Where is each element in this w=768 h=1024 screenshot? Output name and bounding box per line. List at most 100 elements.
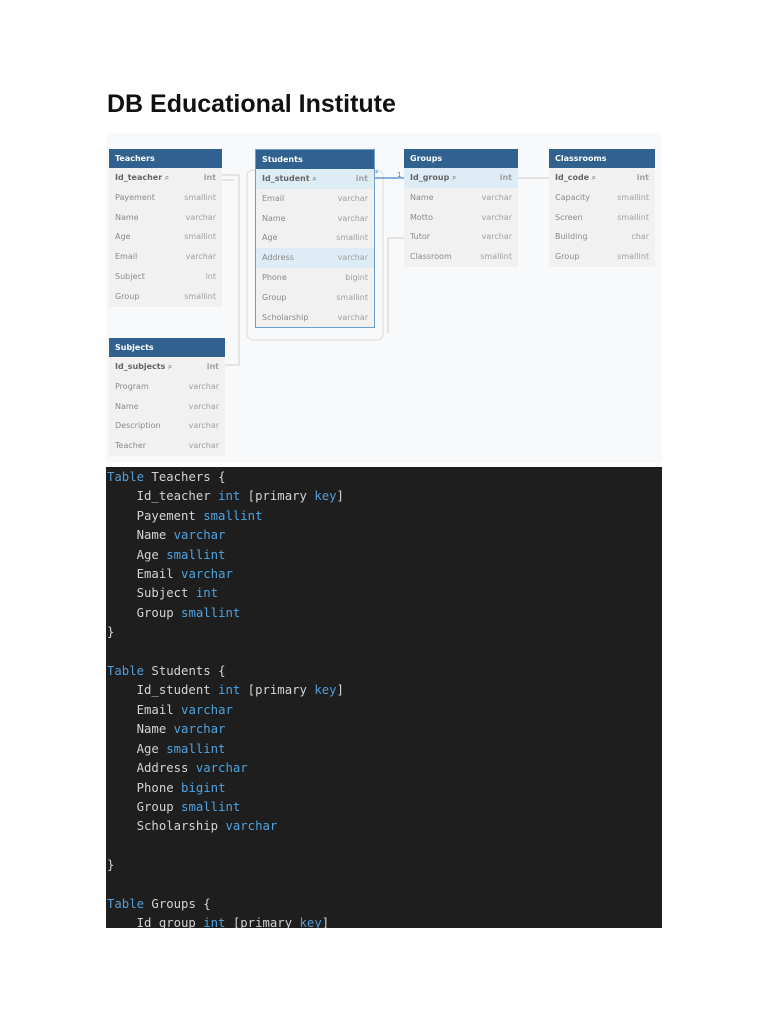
field-row[interactable]: Building char (549, 227, 655, 247)
field-row[interactable]: Id_student ⌕ int (256, 169, 374, 189)
field-row[interactable]: Group smallint (109, 287, 222, 307)
field-row[interactable]: Motto varchar (404, 208, 518, 228)
code-line: Table Groups { (106, 895, 662, 913)
code-line: Subject int (106, 584, 662, 602)
code-token: } (107, 625, 115, 640)
rel-one-label: 1 (397, 171, 401, 179)
code-line: Id_group int [primary key] (106, 914, 662, 928)
field-name-text: Capacity (555, 192, 590, 202)
code-token: Id_teacher (107, 489, 219, 504)
field-row[interactable]: Id_teacher ⌕ int (109, 168, 222, 188)
table-header[interactable]: Subjects (109, 338, 225, 357)
table-header[interactable]: Teachers (109, 149, 222, 168)
code-token: bigint (181, 780, 226, 795)
field-type: smallint (617, 212, 649, 222)
field-name: Building (555, 227, 587, 247)
field-row[interactable]: Id_group ⌕ int (404, 168, 518, 188)
link-teachers-subjects (222, 174, 240, 366)
field-name-text: Payement (115, 192, 155, 202)
field-row[interactable]: Description varchar (109, 416, 225, 436)
field-row[interactable]: Age smallint (109, 227, 222, 247)
code-token: Name (107, 722, 174, 737)
code-token: smallint (166, 741, 226, 756)
field-row[interactable]: Phone bigint (256, 268, 374, 288)
code-token: ] (336, 683, 344, 698)
table-header[interactable]: Groups (404, 149, 518, 168)
code-token: Teachers { (144, 470, 226, 484)
code-token: ] (321, 916, 330, 928)
field-name: Phone (262, 268, 287, 288)
field-row[interactable]: Scholarship varchar (256, 308, 374, 328)
field-row[interactable]: Address varchar (256, 248, 374, 268)
field-type: varchar (188, 381, 219, 391)
field-type: smallint (336, 233, 368, 243)
field-row[interactable]: Subject int (109, 267, 222, 287)
code-token: Age (107, 741, 167, 756)
field-type: varchar (185, 212, 216, 222)
field-row[interactable]: Group smallint (549, 247, 655, 267)
link-teachers-extra (222, 179, 234, 181)
code-line: } (106, 623, 662, 641)
field-row[interactable]: Payement smallint (109, 188, 222, 208)
table-students[interactable]: Students Id_student ⌕ int Email varchar Name v… (255, 149, 375, 329)
field-row[interactable]: Email varchar (256, 189, 374, 209)
field-name: Scholarship (262, 308, 308, 328)
table-teachers[interactable]: Teachers Id_teacher ⌕ int Payement smallint N… (109, 149, 222, 307)
field-name: Description (115, 416, 161, 436)
field-name-text: Motto (410, 212, 433, 222)
field-row[interactable]: Name varchar (404, 188, 518, 208)
field-name: Program (115, 377, 149, 397)
code-block: Table Teachers { Id_teacher int [primary… (106, 467, 662, 928)
key-icon: ⌕ (165, 362, 173, 371)
field-name: Name (410, 188, 434, 208)
code-line: Group smallint (106, 604, 662, 622)
field-name: Id_code ⌕ (555, 168, 596, 188)
field-row[interactable]: Tutor varchar (404, 227, 518, 247)
code-line: Age smallint (106, 546, 662, 564)
rel-many-label: * (375, 169, 379, 177)
code-token: smallint (181, 605, 241, 620)
table-subjects[interactable]: Subjects Id_subjects ⌕ int Program varchar Na… (109, 338, 225, 456)
field-type: varchar (337, 193, 368, 203)
field-name-text: Age (262, 233, 278, 243)
code-token: Address (107, 761, 196, 776)
field-row[interactable]: Id_code ⌕ int (549, 168, 655, 188)
field-row[interactable]: Screen smallint (549, 208, 655, 228)
field-row[interactable]: Id_subjects ⌕ int (109, 357, 225, 377)
code-token: [primary (240, 683, 315, 698)
field-row[interactable]: Age smallint (256, 228, 374, 248)
field-row[interactable]: Group smallint (256, 288, 374, 308)
field-name-text: Classroom (410, 252, 452, 262)
table-classrooms[interactable]: Classrooms Id_code ⌕ int Capacity smallint Sc… (549, 149, 655, 267)
field-row[interactable]: Capacity smallint (549, 188, 655, 208)
code-token: Table (107, 470, 145, 484)
field-row[interactable]: Name varchar (256, 209, 374, 229)
field-row[interactable]: Program varchar (109, 377, 225, 397)
field-row[interactable]: Email varchar (109, 247, 222, 267)
table-header[interactable]: Classrooms (549, 149, 655, 168)
table-groups[interactable]: Groups Id_group ⌕ int Name varchar Motto varch… (404, 149, 518, 267)
field-row[interactable]: Name varchar (109, 208, 222, 228)
field-type: smallint (336, 292, 368, 302)
field-row[interactable]: Classroom smallint (404, 247, 518, 267)
code-token: int (218, 489, 241, 504)
field-name-text: Group (115, 291, 140, 301)
code-token: Group (107, 605, 182, 620)
field-name-text: Id_teacher (115, 173, 163, 182)
code-token: Students { (144, 664, 226, 679)
code-token: Groups { (144, 896, 211, 911)
field-type: smallint (184, 232, 216, 242)
field-name-text: Id_subjects (115, 362, 166, 371)
field-row[interactable]: Teacher varchar (109, 436, 225, 456)
code-token: int (195, 586, 219, 601)
field-row[interactable]: Name varchar (109, 397, 225, 417)
code-token: ] (336, 489, 344, 504)
code-line: Id_teacher int [primary key] (106, 487, 662, 505)
code-token: key (299, 916, 322, 928)
code-line: Payement smallint (106, 507, 662, 525)
field-name: Id_group ⌕ (410, 168, 456, 188)
field-name-text: Name (410, 192, 434, 202)
table-header[interactable]: Students (256, 150, 374, 169)
